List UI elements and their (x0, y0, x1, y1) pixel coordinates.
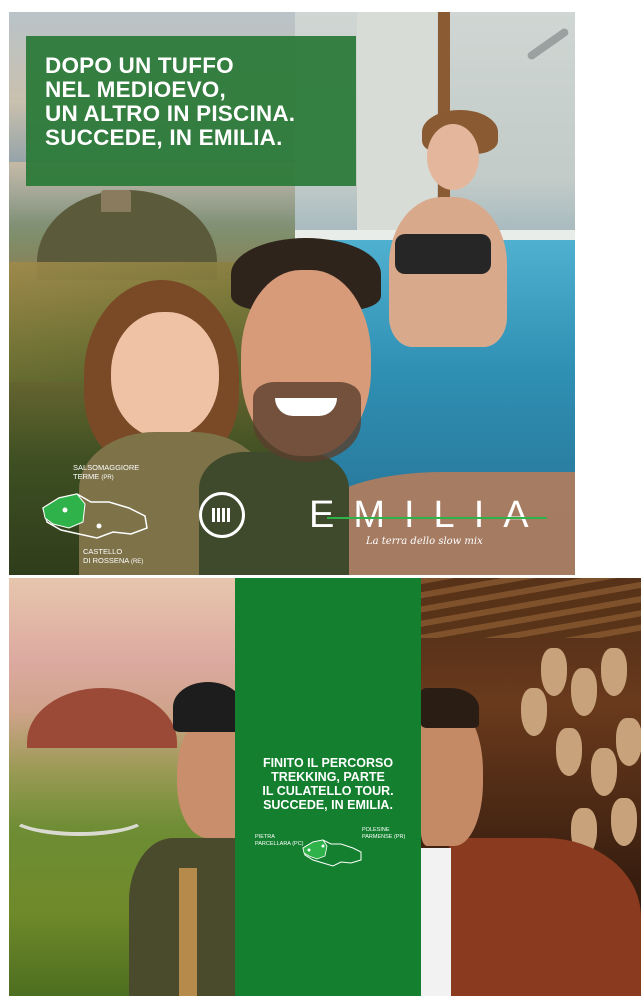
location-label-rossena: CASTELLO DI ROSSENA (RE) (83, 547, 143, 567)
poster-trekking-culatello: FINITO IL PERCORSO TREKKING, PARTE IL CU… (9, 578, 641, 996)
man-face (421, 708, 483, 846)
man-hair (421, 688, 479, 728)
headline-line: FINITO IL PERCORSO (262, 756, 394, 770)
headline: DOPO UN TUFFO NEL MEDIOEVO, UN ALTRO IN … (45, 54, 345, 150)
headline-line: NEL MEDIOEVO, (45, 77, 226, 102)
headline-line: SUCCEDE, IN EMILIA. (263, 798, 393, 812)
province-code: (PC) (292, 841, 304, 847)
location-name: DI ROSSENA (83, 556, 129, 565)
man-smile (275, 398, 337, 416)
hiker-cap (173, 682, 243, 732)
location-name: POLESINE (362, 827, 390, 833)
man-shirt (421, 848, 451, 996)
location-name: PARCELLARA (255, 841, 291, 847)
location-name: SALSOMAGGIORE (73, 463, 140, 472)
logo-wave-line (327, 517, 547, 519)
hanging-ham (591, 748, 617, 796)
province-code: (PR) (101, 475, 114, 481)
poster-pool-medieval: DOPO UN TUFFO NEL MEDIOEVO, UN ALTRO IN … (9, 12, 575, 575)
winding-road (9, 796, 149, 836)
headline: FINITO IL PERCORSO TREKKING, PARTE IL CU… (235, 756, 421, 812)
location-label-pietra-parcellara: PIETRA PARCELLARA (PC) (255, 834, 304, 848)
province-code: (PR) (394, 834, 406, 840)
green-panel: FINITO IL PERCORSO TREKKING, PARTE IL CU… (235, 578, 421, 996)
emilia-map-icon (42, 493, 148, 539)
hiker-face (177, 718, 243, 838)
location-name: TERME (73, 472, 100, 481)
hanging-ham (521, 688, 547, 736)
headline-line: IL CULATELLO TOUR. (262, 784, 394, 798)
castle-badge-icon (199, 492, 245, 538)
tagline: La terra dello slow mix (366, 536, 483, 547)
backpack-strap (179, 868, 197, 996)
badge-graphic (212, 508, 232, 522)
hanging-ham (571, 668, 597, 716)
hanging-ham (611, 798, 637, 846)
hanging-ham (556, 728, 582, 776)
headline-line: SUCCEDE, IN EMILIA. (45, 125, 283, 150)
hanging-ham (616, 718, 641, 766)
province-code: (RE) (130, 559, 144, 565)
castle (101, 190, 131, 212)
emilia-map-icon (302, 839, 362, 867)
headline-line: TREKKING, PARTE (271, 770, 385, 784)
location-label-salsomaggiore: SALSOMAGGIORE TERME (PR) (73, 463, 139, 483)
hanging-ham (601, 648, 627, 696)
ceiling-beams (421, 578, 641, 638)
location-label-polesine: POLESINE PARMENSE (PR) (362, 827, 405, 841)
rock-formation (27, 688, 177, 748)
headline-line: UN ALTRO IN PISCINA. (45, 101, 296, 126)
emilia-logo: EMILIA (309, 494, 548, 536)
hanging-ham (541, 648, 567, 696)
man-jacket (449, 838, 641, 996)
woman-face (111, 312, 219, 438)
location-name: PARMENSE (362, 834, 393, 840)
man-beard (253, 382, 361, 462)
location-name: CASTELLO (83, 547, 123, 556)
swimsuit (395, 234, 491, 274)
swimmer-face (427, 124, 479, 190)
location-name: PIETRA (255, 834, 275, 840)
headline-line: DOPO UN TUFFO (45, 53, 234, 78)
